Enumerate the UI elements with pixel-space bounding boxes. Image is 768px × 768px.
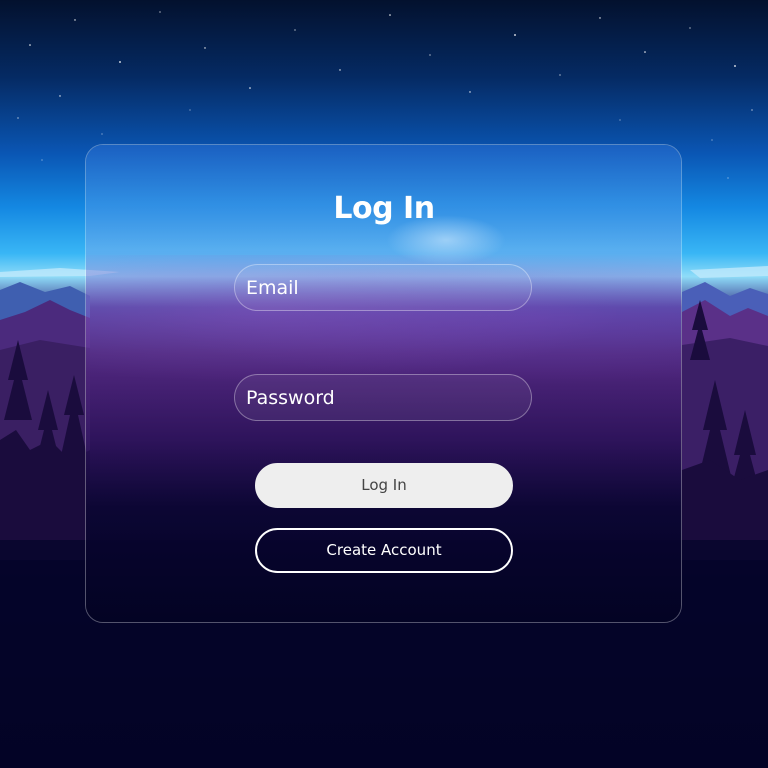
password-input[interactable] [235,375,531,420]
login-page: Log In Log In Create Account [0,0,768,768]
login-button[interactable]: Log In [255,463,513,508]
email-input[interactable] [235,265,531,310]
create-account-button[interactable]: Create Account [255,528,513,573]
password-field[interactable] [234,374,532,421]
email-field[interactable] [234,264,532,311]
page-title: Log In [333,191,435,226]
